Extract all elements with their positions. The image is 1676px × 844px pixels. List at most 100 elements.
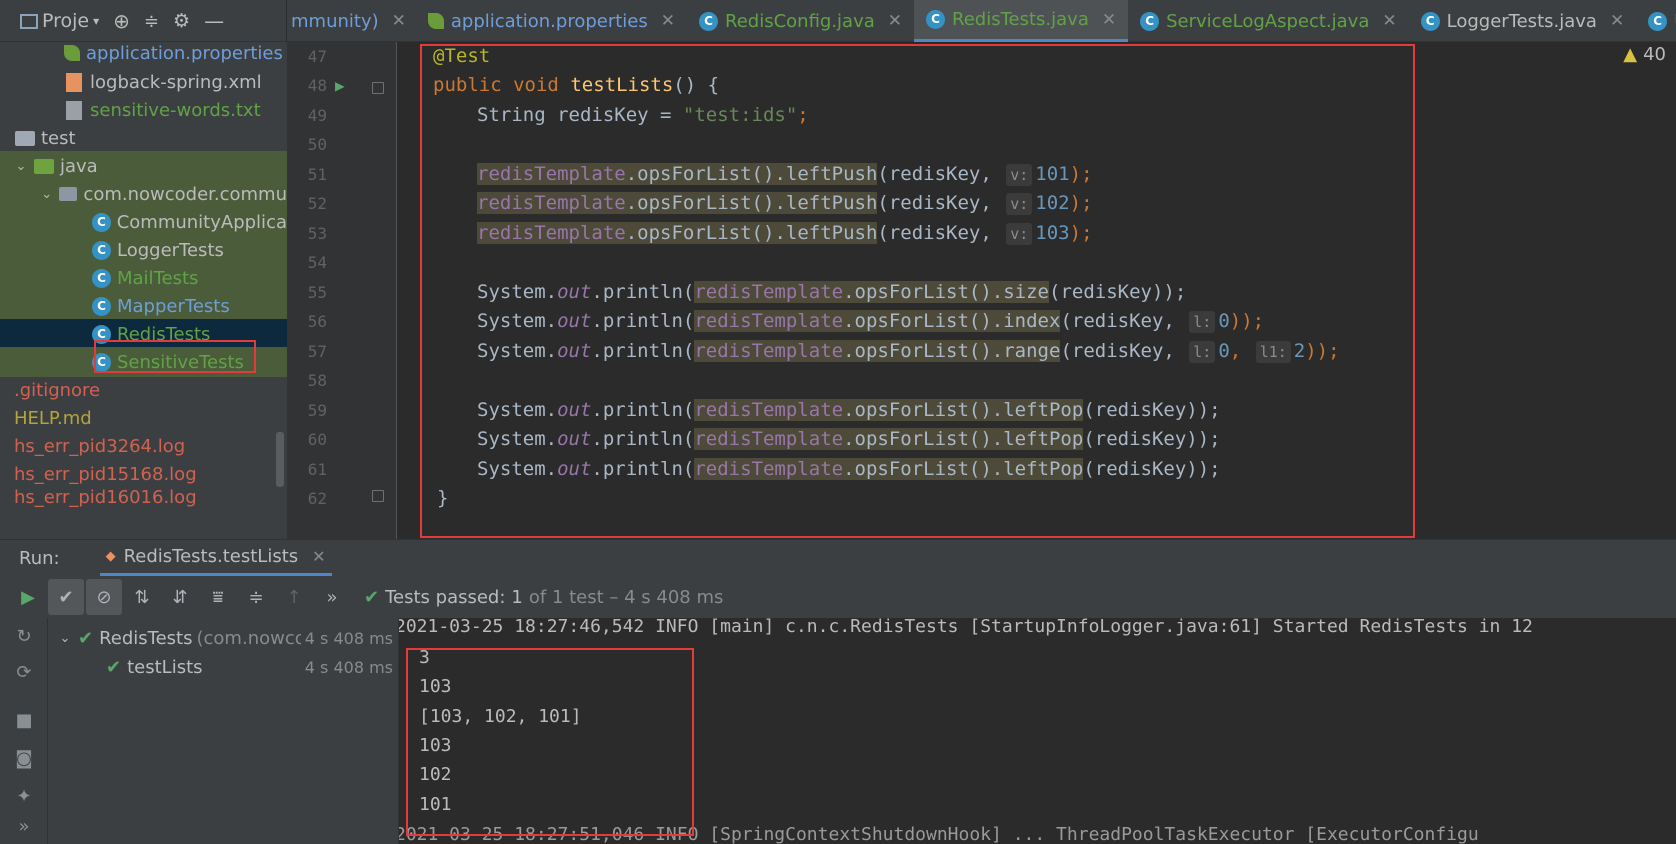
fold-marker-icon[interactable]	[372, 82, 384, 94]
check-icon: ✔	[106, 656, 122, 678]
close-icon[interactable]: ✕	[888, 11, 902, 31]
tab-label: ServiceLogAspect.java	[1166, 10, 1370, 32]
stop-icon[interactable]: ■	[12, 710, 36, 734]
test-run-icon: ◆	[105, 549, 116, 564]
test-method-row[interactable]: ✔ testLists 4 s 408 ms	[48, 652, 399, 682]
line-number: 50	[307, 135, 327, 154]
tree-item-label: HELP.md	[14, 407, 92, 429]
line-number: 53	[307, 224, 327, 243]
chevron-down-icon[interactable]: ⌄	[58, 631, 72, 646]
editor-tab[interactable]: mmunity) ✕	[287, 0, 416, 42]
chevron-down-icon[interactable]: ⌄	[40, 187, 53, 202]
editor-tab[interactable]: application.properties ✕	[416, 0, 687, 42]
tree-scrollbar[interactable]	[276, 432, 284, 487]
chevron-down-icon: ▾	[93, 14, 100, 28]
run-title: Run:	[19, 547, 60, 569]
tests-passed-label: Tests passed:	[385, 586, 506, 608]
warning-indicator[interactable]: ▲ 40	[1623, 44, 1666, 65]
gear-icon[interactable]: ⚙	[173, 10, 190, 32]
tree-item-application-properties[interactable]: application.properties	[0, 42, 287, 68]
tests-passed-count: 1	[511, 586, 523, 608]
check-icon: ✔	[364, 586, 380, 608]
tree-item-class[interactable]: C MapperTests	[0, 291, 287, 321]
test-folder-icon	[34, 158, 54, 174]
run-config-tab[interactable]: ◆ RedisTests.testLists ✕	[99, 540, 332, 576]
editor-tab[interactable]: C ServiceLogAspect.java ✕	[1128, 0, 1409, 42]
tree-item-label: test	[41, 127, 76, 149]
close-icon[interactable]: ✕	[661, 11, 675, 31]
tree-item-label: sensitive-words.txt	[90, 99, 261, 121]
folder-icon	[15, 130, 35, 146]
project-view-selector[interactable]: Proje ▾	[20, 10, 99, 32]
tree-item-class[interactable]: C MailTests	[0, 263, 287, 293]
show-ignored-icon[interactable]: ⊘	[86, 579, 122, 615]
close-icon[interactable]: ✕	[1610, 11, 1624, 31]
tree-item-logback[interactable]: logback-spring.xml	[0, 67, 287, 97]
project-header-label: Proje	[42, 10, 90, 32]
rerun-failed-icon[interactable]: ⟳	[12, 662, 36, 686]
tab-label: application.properties	[450, 10, 648, 32]
tab-label: LoggerTests.java	[1446, 10, 1597, 32]
test-class-row[interactable]: ⌄ ✔ RedisTests (com.nowco 4 s 408 ms	[48, 623, 399, 653]
chevron-down-icon[interactable]: ⌄	[14, 159, 28, 174]
tree-item-file[interactable]: hs_err_pid16016.log	[0, 487, 287, 509]
project-tree: application.properties logback-spring.xm…	[0, 42, 287, 539]
more-icon[interactable]: »	[12, 816, 36, 840]
tree-item-label: .gitignore	[14, 379, 101, 401]
sort-duration-icon[interactable]: ⇵	[162, 579, 198, 615]
minimize-icon[interactable]: —	[204, 9, 224, 33]
collapse-all-icon[interactable]: ≑	[238, 579, 274, 615]
wrench-icon[interactable]: ↻	[12, 626, 36, 650]
tree-item-file[interactable]: hs_err_pid15168.log	[0, 459, 287, 489]
project-panel-header: Proje ▾ ⊕ ≑ ⚙ —	[0, 0, 287, 42]
close-icon[interactable]: ✕	[392, 11, 406, 31]
code-highlight-box	[420, 44, 1415, 538]
class-icon: C	[92, 240, 111, 260]
editor-tab[interactable]: C LoggerTests.java ✕	[1409, 0, 1637, 42]
test-method-label: testLists	[127, 656, 203, 678]
class-icon: C	[1648, 11, 1668, 31]
tree-item-file[interactable]: HELP.md	[0, 403, 287, 433]
camera-icon[interactable]: ◙	[12, 748, 36, 772]
close-icon[interactable]: ✕	[1102, 10, 1116, 30]
line-number: 47	[307, 47, 327, 66]
collapse-all-icon[interactable]: ≑	[144, 11, 159, 32]
tree-item-label: MailTests	[117, 267, 199, 289]
sort-alpha-icon[interactable]: ⇅	[124, 579, 160, 615]
rerun-icon[interactable]: ▶	[10, 579, 46, 615]
tree-item-java-folder[interactable]: ⌄ java	[0, 151, 287, 181]
tree-item-class[interactable]: C CommunityApplica	[0, 207, 287, 237]
tree-item-sensitive-words[interactable]: sensitive-words.txt	[0, 95, 287, 125]
close-icon[interactable]: ✕	[312, 547, 325, 566]
tree-item-package[interactable]: ⌄ com.nowcoder.commu	[0, 179, 287, 209]
line-number: 60	[307, 430, 327, 449]
test-duration: 4 s 408 ms	[304, 657, 393, 677]
package-icon	[59, 187, 78, 201]
locate-icon[interactable]: ⊕	[113, 9, 130, 33]
tree-item-label: CommunityApplica	[116, 211, 287, 233]
expand-all-icon[interactable]: ⩸	[200, 579, 236, 615]
line-number: 51	[307, 165, 327, 184]
run-panel: Run: ◆ RedisTests.testLists ✕ ▶ ✔ ⊘ ⇅ ⇵ …	[0, 539, 1676, 844]
test-results-tree: ⌄ ✔ RedisTests (com.nowco 4 s 408 ms ✔ t…	[48, 618, 399, 844]
tree-highlight-box	[94, 340, 256, 373]
prev-test-icon[interactable]: ↑	[276, 579, 312, 615]
fold-marker-icon[interactable]	[372, 490, 384, 502]
run-test-icon[interactable]: ▶	[335, 76, 353, 95]
tree-item-file[interactable]: hs_err_pid3264.log	[0, 431, 287, 461]
close-icon[interactable]: ✕	[1382, 11, 1396, 31]
show-passed-icon[interactable]: ✔	[48, 579, 84, 615]
line-number: 57	[307, 342, 327, 361]
line-number: 55	[307, 283, 327, 302]
editor-tab[interactable]: C RedisTests.java ✕	[914, 0, 1129, 42]
more-icon[interactable]: »	[314, 579, 350, 615]
tree-item-test-folder[interactable]: test	[0, 123, 287, 153]
pin-icon[interactable]: ✦	[12, 786, 36, 810]
project-icon	[20, 13, 38, 29]
tree-item-file[interactable]: .gitignore	[0, 375, 287, 405]
tree-item-class[interactable]: C LoggerTests	[0, 235, 287, 265]
test-class-package: (com.nowco	[196, 627, 306, 649]
editor-tab[interactable]: CUserSer	[1636, 0, 1676, 42]
editor-tab[interactable]: C RedisConfig.java ✕	[687, 0, 914, 42]
tree-item-label: java	[60, 155, 98, 177]
